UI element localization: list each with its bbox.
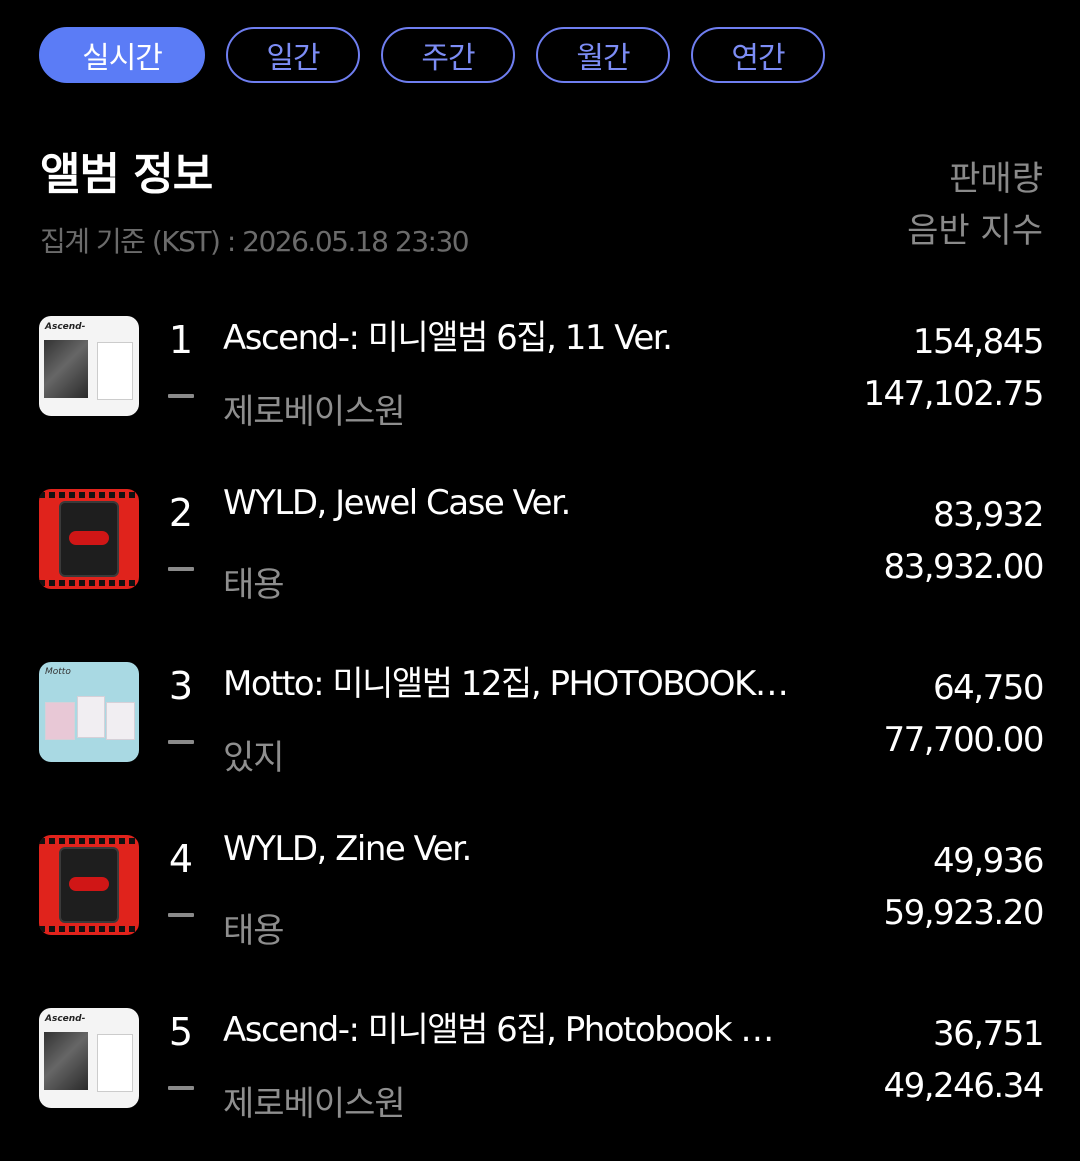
album-index: 49,246.34: [883, 1066, 1044, 1106]
tab-daily[interactable]: 일간: [226, 27, 360, 83]
album-title[interactable]: WYLD, Zine Ver.: [223, 829, 813, 869]
rank-change-none-icon: [168, 394, 194, 398]
cover-pattern: [39, 492, 139, 498]
rank-number: 2: [168, 491, 194, 535]
column-header-sales: 판매량: [949, 159, 1043, 199]
cover-photo: [44, 340, 88, 398]
section-title: 앨범 정보: [40, 149, 213, 200]
sales-count: 64,750: [933, 668, 1044, 708]
cover-pattern: [39, 838, 139, 844]
column-headers: 판매량 음반 지수: [907, 153, 1043, 257]
aggregation-basis: 집계 기준 (KST) : 2026.05.18 23:30: [40, 225, 470, 258]
artist-name[interactable]: 태용: [223, 557, 285, 606]
cover-logo: Ascend-: [45, 1014, 86, 1024]
cover-logo: Ascend-: [45, 322, 86, 332]
artist-name[interactable]: 제로베이스원: [223, 1076, 406, 1125]
cover-photo: [77, 696, 105, 738]
column-header-index: 음반 지수: [907, 211, 1043, 251]
tab-realtime[interactable]: 실시간: [39, 27, 205, 83]
sales-count: 83,932: [933, 495, 1044, 535]
cover-mark: [69, 531, 109, 545]
tab-weekly[interactable]: 주간: [381, 27, 515, 83]
cover-photo: [106, 702, 135, 740]
artist-name[interactable]: 태용: [223, 903, 285, 952]
album-index: 147,102.75: [863, 374, 1044, 414]
album-cover[interactable]: Ascend-: [39, 316, 139, 416]
rank-change-none-icon: [168, 567, 194, 571]
album-cover[interactable]: Motto: [39, 662, 139, 762]
list-item[interactable]: Motto 3 Motto: 미니앨범 12집, PHOTOBOOK… 있지 6…: [0, 642, 1080, 815]
cover-card: [97, 342, 133, 400]
album-title[interactable]: Ascend-: 미니앨범 6집, 11 Ver.: [223, 310, 813, 359]
tab-yearly[interactable]: 연간: [691, 27, 825, 83]
rank-number: 5: [168, 1010, 194, 1054]
album-index: 83,932.00: [883, 547, 1044, 587]
album-chart-list: Ascend- 1 Ascend-: 미니앨범 6집, 11 Ver. 제로베이…: [0, 296, 1080, 1161]
tab-monthly[interactable]: 월간: [536, 27, 670, 83]
rank-number: 4: [168, 837, 194, 881]
cover-photo: [44, 1032, 88, 1090]
album-index: 77,700.00: [883, 720, 1044, 760]
rank-change-none-icon: [168, 913, 194, 917]
rank-change-none-icon: [168, 1086, 194, 1090]
album-title[interactable]: Motto: 미니앨범 12집, PHOTOBOOK…: [223, 656, 813, 705]
list-item[interactable]: Ascend- 5 Ascend-: 미니앨범 6집, Photobook … …: [0, 988, 1080, 1161]
sales-count: 154,845: [912, 322, 1045, 362]
album-title[interactable]: Ascend-: 미니앨범 6집, Photobook …: [223, 1002, 813, 1051]
rank-change-none-icon: [168, 740, 194, 744]
album-title[interactable]: WYLD, Jewel Case Ver.: [223, 483, 813, 523]
sales-count: 36,751: [933, 1014, 1044, 1054]
album-index: 59,923.20: [883, 893, 1044, 933]
cover-photo: [45, 702, 75, 740]
cover-pattern: [39, 580, 139, 586]
album-cover[interactable]: [39, 489, 139, 589]
artist-name[interactable]: 제로베이스원: [223, 384, 406, 433]
list-item[interactable]: 4 WYLD, Zine Ver. 태용 49,936 59,923.20: [0, 815, 1080, 988]
album-cover[interactable]: Ascend-: [39, 1008, 139, 1108]
list-item[interactable]: 2 WYLD, Jewel Case Ver. 태용 83,932 83,932…: [0, 469, 1080, 642]
album-cover[interactable]: [39, 835, 139, 935]
cover-pattern: [39, 926, 139, 932]
list-item[interactable]: Ascend- 1 Ascend-: 미니앨범 6집, 11 Ver. 제로베이…: [0, 296, 1080, 469]
cover-mark: [69, 877, 109, 891]
rank-number: 1: [168, 318, 194, 362]
cover-logo: Motto: [45, 667, 71, 677]
sales-count: 49,936: [933, 841, 1044, 881]
cover-card: [97, 1034, 133, 1092]
rank-number: 3: [168, 664, 194, 708]
artist-name[interactable]: 있지: [223, 730, 285, 779]
period-tabs: 실시간 일간 주간 월간 연간: [39, 27, 825, 83]
